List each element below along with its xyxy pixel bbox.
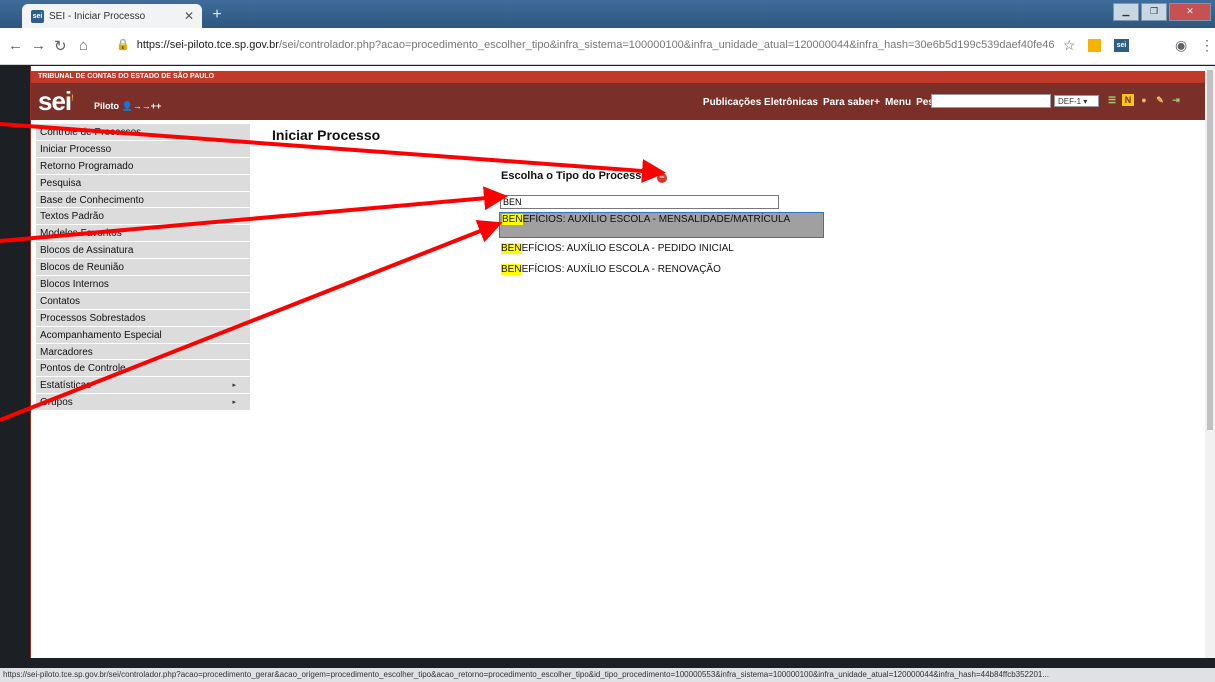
sidebar-item[interactable]: Pontos de Controle <box>36 360 250 378</box>
browser-tab[interactable]: sei SEI - Iniciar Processo ✕ <box>22 4 202 28</box>
users-icon: 👤→→++ <box>121 101 162 111</box>
sei-extension-icon[interactable]: sei <box>1114 39 1129 52</box>
url-path: /sei/controlador.php?acao=procedimento_e… <box>278 39 1054 51</box>
new-tab-button[interactable]: + <box>207 6 227 24</box>
page-content: TRIBUNAL DE CONTAS DO ESTADO DE SÃO PAUL… <box>30 66 1206 658</box>
process-type-list: BENEFÍCIOS: AUXÍLIO ESCOLA - MENSALIDADE… <box>499 212 824 280</box>
nav-para-saber[interactable]: Para saber+ <box>823 97 880 108</box>
sidebar-item[interactable]: Modelos Favoritos <box>36 225 250 243</box>
sidebar-item[interactable]: Processos Sobrestados <box>36 310 250 327</box>
sidebar-item[interactable]: Grupos ▸ <box>36 394 250 412</box>
list-icon[interactable]: ☰ <box>1106 94 1118 106</box>
close-window-icon[interactable]: ✕ <box>1169 3 1211 21</box>
remove-icon[interactable]: − <box>656 173 667 183</box>
sidebar-item[interactable]: Contatos <box>36 293 250 310</box>
window-controls: ▁ ❐ ✕ <box>1113 3 1211 21</box>
forward-icon[interactable]: → <box>31 37 46 54</box>
minimize-icon[interactable]: ▁ <box>1113 3 1139 21</box>
star-icon[interactable]: ☆ <box>1063 37 1076 54</box>
top-nav: Publicações Eletrônicas Para saber+ Menu… <box>703 97 960 108</box>
close-tab-icon[interactable]: ✕ <box>184 9 194 23</box>
sidebar-item[interactable]: Base de Conhecimento <box>36 192 250 209</box>
header-icons: ☰ N ● ✎ ⇥ <box>1106 94 1182 106</box>
back-icon[interactable]: ← <box>8 37 23 54</box>
unit-select[interactable]: DEF-1 ▾ <box>1054 95 1099 107</box>
exit-icon[interactable]: ⇥ <box>1170 94 1182 106</box>
user-icon[interactable]: ● <box>1138 94 1150 106</box>
tab-title: SEI - Iniciar Processo <box>49 10 146 22</box>
process-type-filter[interactable] <box>500 195 779 209</box>
nav-publicacoes[interactable]: Publicações Eletrônicas <box>703 97 818 108</box>
profile-icon[interactable]: ◉ <box>1175 37 1187 54</box>
sidebar-item[interactable]: Retorno Programado <box>36 158 250 175</box>
sidebar-item[interactable]: Iniciar Processo <box>36 141 250 158</box>
scrollbar-thumb[interactable] <box>1207 70 1213 430</box>
submenu-arrow-icon: ▸ <box>232 399 236 407</box>
lock-icon: 🔒 <box>116 39 130 51</box>
process-type-option[interactable]: BENEFÍCIOS: AUXÍLIO ESCOLA - RENOVAÇÃO <box>499 263 824 280</box>
notes-icon[interactable]: N <box>1122 94 1134 106</box>
choose-type-label: Escolha o Tipo do Processo: − <box>501 170 667 183</box>
sidebar-item[interactable]: Blocos Internos <box>36 276 250 293</box>
env-label: Piloto 👤→→++ <box>94 101 162 111</box>
nav-menu[interactable]: Menu <box>885 97 911 108</box>
submenu-arrow-icon: ▸ <box>232 382 236 390</box>
sidebar-menu: Controle de Processos Iniciar Processo R… <box>36 124 250 412</box>
reload-icon[interactable]: ↻ <box>54 37 67 55</box>
sidebar-item[interactable]: Marcadores <box>36 344 250 361</box>
sidebar-item[interactable]: Estatísticas ▸ <box>36 377 250 395</box>
org-name: TRIBUNAL DE CONTAS DO ESTADO DE SÃO PAUL… <box>31 71 1206 83</box>
sei-logo[interactable]: sei! <box>38 86 74 117</box>
sidebar-item[interactable]: Controle de Processos <box>36 124 250 141</box>
sei-favicon-icon: sei <box>31 9 44 23</box>
sei-header: sei! Piloto 👤→→++ Publicações Eletrônica… <box>31 83 1206 120</box>
home-icon[interactable]: ⌂ <box>79 37 88 54</box>
browser-titlebar: sei SEI - Iniciar Processo ✕ + ▁ ❐ ✕ <box>0 0 1215 28</box>
page-title: Iniciar Processo <box>272 127 381 143</box>
sidebar-item[interactable]: Acompanhamento Especial <box>36 327 250 344</box>
sidebar-item[interactable]: Blocos de Assinatura <box>36 242 250 260</box>
process-type-option[interactable]: BENEFÍCIOS: AUXÍLIO ESCOLA - MENSALIDADE… <box>499 212 824 238</box>
address-bar[interactable]: 🔒 https://sei-piloto.tce.sp.gov.br/sei/co… <box>116 34 1054 56</box>
sidebar-item[interactable]: Blocos de Reunião <box>36 259 250 277</box>
search-input[interactable] <box>931 94 1051 108</box>
process-type-option[interactable]: BENEFÍCIOS: AUXÍLIO ESCOLA - PEDIDO INIC… <box>499 242 824 259</box>
menu-icon[interactable]: ⋮ <box>1200 37 1214 54</box>
maximize-icon[interactable]: ❐ <box>1141 3 1167 21</box>
sidebar-item[interactable]: Textos Padrão <box>36 208 250 226</box>
status-url: https://sei-piloto.tce.sp.gov.br/sei/con… <box>0 668 1215 682</box>
tools-icon[interactable]: ✎ <box>1154 94 1166 106</box>
extension-icon[interactable] <box>1088 39 1101 52</box>
url-host: https://sei-piloto.tce.sp.gov.br <box>136 39 279 51</box>
browser-toolbar: ← → ↻ ⌂ 🔒 https://sei-piloto.tce.sp.gov.b… <box>0 28 1215 65</box>
sidebar-item[interactable]: Pesquisa <box>36 175 250 192</box>
